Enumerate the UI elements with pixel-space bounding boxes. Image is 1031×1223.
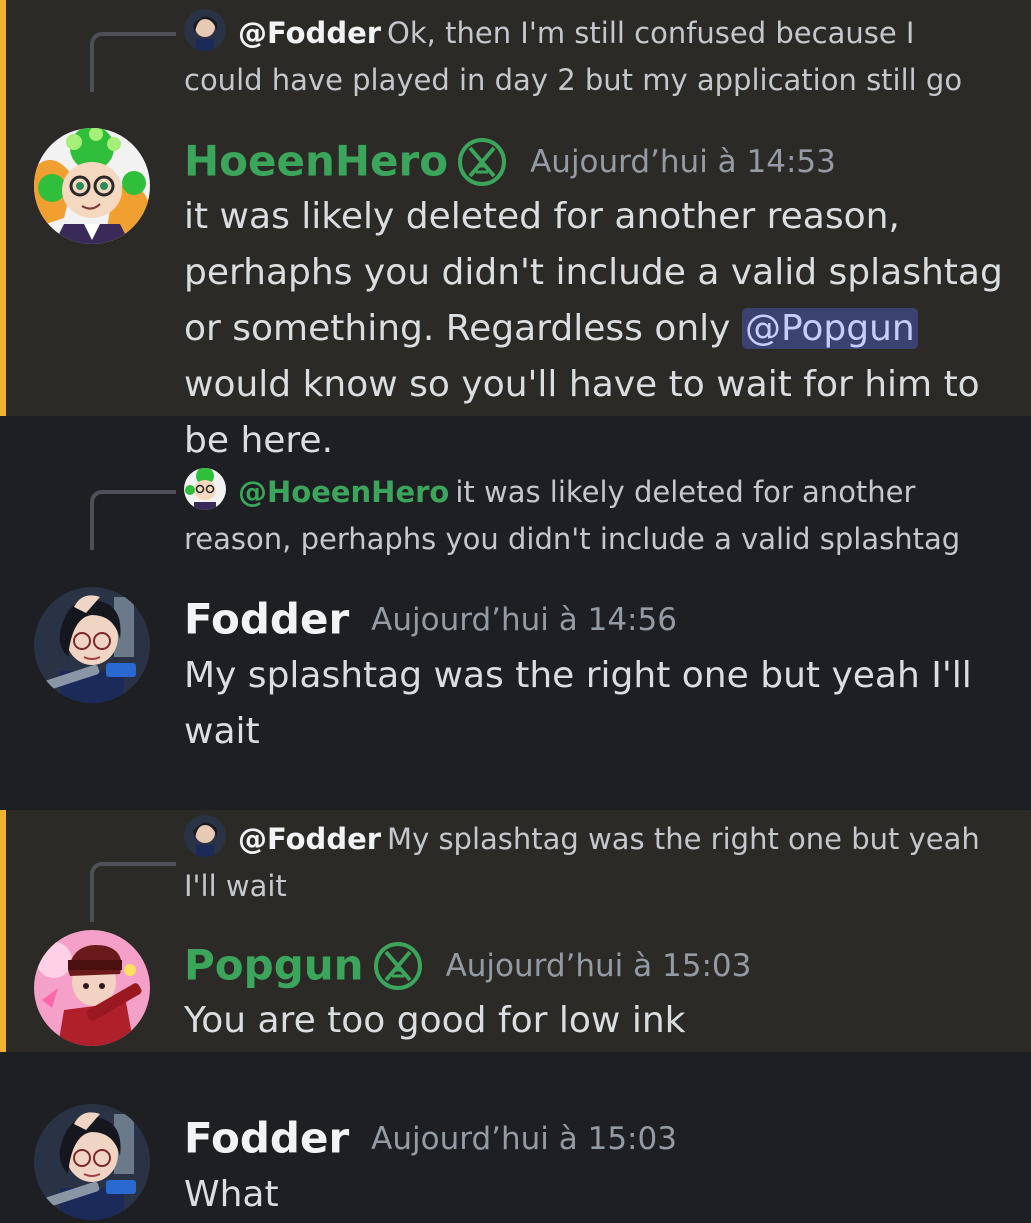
reply-author[interactable]: @HoeenHero [238,475,449,509]
reply-author[interactable]: @Fodder [238,16,381,50]
message-content: What [184,1174,279,1215]
fodder-avatar[interactable] [34,587,150,703]
message-fodder: @HoeenHero it was likely deleted for anot… [0,416,1031,810]
timestamp[interactable]: Aujourd’hui à 14:56 [371,602,677,638]
hoeenhero-avatar[interactable] [34,128,150,244]
fodder-reply-avatar[interactable] [184,9,226,51]
reply-author[interactable]: @Fodder [238,822,381,856]
message-header: Fodder Aujourd’hui à 15:03 [184,1107,677,1169]
moderator-badge-icon[interactable] [372,940,424,992]
message-header: Fodder Aujourd’hui à 14:56 [184,588,677,650]
fodder-avatar[interactable] [34,1104,150,1220]
user-mention[interactable]: @Popgun [741,308,918,349]
hoeenhero-reply-avatar[interactable] [184,468,226,510]
reply-connector [90,32,176,92]
message-content: My splashtag was the right one but yeah … [184,655,972,752]
moderator-badge-icon[interactable] [456,136,508,188]
message-header: Popgun Aujourd’hui à 15:03 [184,934,751,996]
message-hoeenhero: @Fodder Ok, then I'm still confused becau… [0,0,1031,461]
popgun-avatar[interactable] [34,930,150,1046]
message-fodder-2: Fodder Aujourd’hui à 15:03 What [0,1052,1031,1220]
reply-preview[interactable]: @HoeenHero it was likely deleted for anot… [184,468,984,563]
reply-connector [90,862,176,922]
reply-preview[interactable]: @Fodder My splashtag was the right one bu… [184,815,984,910]
message-content: You are too good for low ink [184,1000,686,1041]
author-name[interactable]: HoeenHero [184,137,448,186]
timestamp[interactable]: Aujourd’hui à 15:03 [446,948,752,984]
message-popgun: @Fodder My splashtag was the right one bu… [0,810,1031,1052]
author-name[interactable]: Popgun [184,941,364,990]
message-header: HoeenHero Aujourd’hui à 14:53 [184,130,836,192]
reply-connector [90,490,176,550]
timestamp[interactable]: Aujourd’hui à 14:53 [530,144,836,180]
fodder-reply-avatar[interactable] [184,815,226,857]
reply-preview[interactable]: @Fodder Ok, then I'm still confused becau… [184,9,984,104]
author-name[interactable]: Fodder [184,595,349,644]
timestamp[interactable]: Aujourd’hui à 15:03 [371,1121,677,1157]
author-name[interactable]: Fodder [184,1114,349,1163]
